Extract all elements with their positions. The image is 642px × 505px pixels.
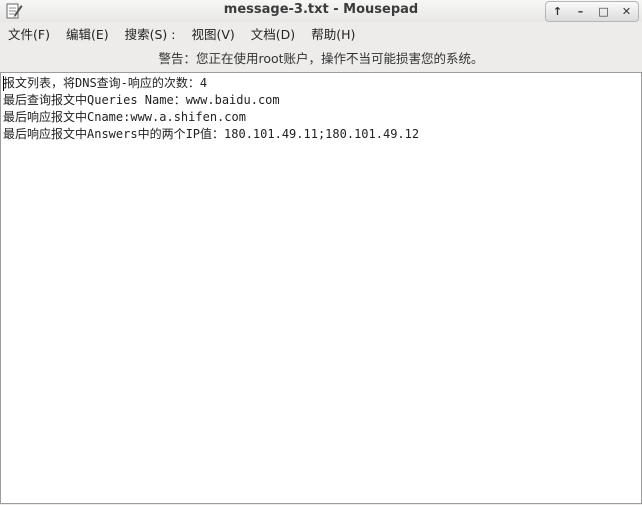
text-line: 最后查询报文中Queries Name：www.baidu.com	[3, 93, 280, 107]
menu-bar: 文件(F) 编辑(E) 搜索(S) : 视图(V) 文档(D) 帮助(H)	[0, 24, 642, 46]
menu-view[interactable]: 视图(V)	[183, 24, 242, 46]
close-icon[interactable]: ✕	[619, 4, 635, 20]
menu-file[interactable]: 文件(F)	[0, 24, 58, 46]
menu-document[interactable]: 文档(D)	[243, 24, 303, 46]
text-line: 报文列表，将DNS查询-响应的次数：4	[3, 76, 208, 90]
text-line: 最后响应报文中Cname:www.a.shifen.com	[3, 110, 246, 124]
menu-edit[interactable]: 编辑(E)	[58, 24, 117, 46]
root-warning-bar: 警告：您正在使用root账户，操作不当可能损害您的系统。	[158, 51, 484, 66]
text-cursor	[3, 76, 4, 91]
title-bar[interactable]: message-3.txt - Mousepad ↑ – □ ✕	[0, 0, 642, 22]
maximize-icon[interactable]: □	[596, 4, 612, 20]
window-controls: ↑ – □ ✕	[545, 1, 639, 22]
text-line: 最后响应报文中Answers中的两个IP值：180.101.49.11;180.…	[3, 127, 420, 141]
text-editor-area[interactable]: 报文列表，将DNS查询-响应的次数：4 最后查询报文中Queries Name：…	[0, 72, 642, 504]
up-icon[interactable]: ↑	[550, 4, 566, 20]
menu-search[interactable]: 搜索(S) :	[117, 24, 184, 46]
minimize-icon[interactable]: –	[573, 4, 589, 20]
menu-help[interactable]: 帮助(H)	[303, 24, 363, 46]
